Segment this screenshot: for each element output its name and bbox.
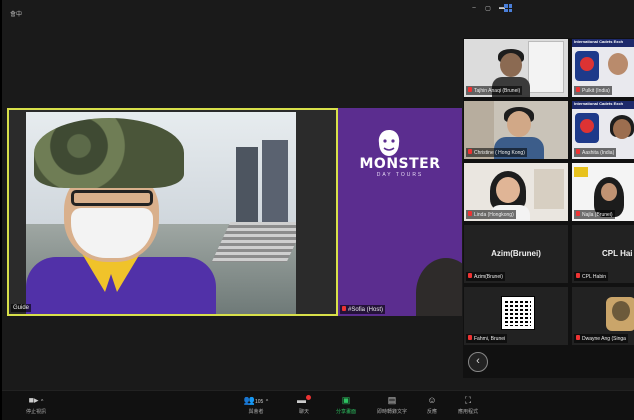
muted-mic-icon [576,335,580,340]
apps-button[interactable]: ⛶ 應用程式 [448,395,488,415]
gorilla-logo-icon [378,130,400,156]
muted-mic-icon [576,211,580,216]
speaker-person [26,112,226,314]
reaction-smiley-icon: ☺ [427,395,437,405]
window-controls: ‒ ▢ ▬ [470,5,506,12]
host-video-tile[interactable]: MONSTER DAY TOURS #Sofia (Host) [338,108,462,316]
gallery-tile[interactable]: International Cadets Exch Aashita (India… [571,100,634,160]
participant-name: Pulkit (India) [582,88,610,94]
share-screen-button[interactable]: ▣ 分享畫面 [326,395,366,415]
muted-mic-icon [468,335,472,340]
gallery-tile[interactable]: Christine ( Hong Kong) [463,100,569,160]
tile-banner: International Cadets Exch [572,101,634,109]
gallery-tile[interactable]: Tajhin Anaqi (Brunei) [463,38,569,98]
active-speaker-tile[interactable]: Guide [7,108,338,316]
participant-big-name: Azim(Brunei) [491,249,541,258]
video-camera-icon: ■▸ ^ [28,395,44,405]
reactions-label: 反應 [426,409,437,415]
video-building [236,147,258,227]
gallery-prev-page-button[interactable]: ‹ [468,352,488,372]
brand-title: MONSTER [359,156,441,172]
share-screen-icon: ▣ [341,395,351,405]
muted-mic-icon [468,149,472,154]
participant-big-name: CPL Hai [602,249,633,258]
zoom-meeting-window: 會中 Guide MONSTER DAY TOURS #Sofia (Host)… [0,0,634,420]
gallery-tile[interactable]: Fahmi, Brunei [463,286,569,346]
participant-name: Tajhin Anaqi (Brunei) [474,88,521,94]
muted-mic-icon [576,87,580,92]
chat-badge [306,395,311,400]
muted-mic-icon [576,273,580,278]
host-person [416,258,462,316]
active-speaker-video [26,112,296,314]
participant-name: Aashita (India) [582,150,615,156]
gallery-tile[interactable]: International Cadets Exch Pulkit (India) [571,38,634,98]
muted-mic-icon [576,149,580,154]
gallery-tile[interactable]: Dwayne Ang (Singa [571,286,634,346]
participant-name: Najla (Brunei) [582,212,613,218]
speaker-hat [34,118,184,188]
participants-count: 105 [255,399,264,405]
captions-button[interactable]: ▤ 即時轉錄文字 [372,395,412,415]
gallery-tile[interactable]: Linda (Hongkong) [463,162,569,222]
participant-name: CPL Habin [582,274,606,280]
stop-video-label: 停止視訊 [25,409,46,415]
participants-label: 與會者 [248,409,264,415]
maximize-icon[interactable]: ▢ [484,5,492,12]
muted-mic-icon [468,211,472,216]
muted-mic-icon [468,87,472,92]
host-name-label: #Sofia (Host) [340,305,386,314]
chat-icon: ▬ [284,395,324,406]
captions-icon: ▤ [387,395,397,405]
host-name: #Sofia (Host) [348,307,384,313]
minimize-icon[interactable]: ‒ [470,5,478,12]
active-speaker-name: Guide [11,304,32,312]
speaker-glasses [71,190,153,206]
gallery-tile[interactable]: Najla (Brunei) [571,162,634,222]
tile-banner: International Cadets Exch [572,39,634,47]
gallery-tile[interactable]: CPL Hai CPL Habin [571,224,634,284]
stop-video-button[interactable]: ■▸ ^ 停止視訊 [16,395,56,415]
participant-name: Dwayne Ang (Singa [582,336,626,342]
participants-button[interactable]: 👥105 ^ 與會者 [236,395,276,415]
meeting-info-label[interactable]: 會中 [10,9,22,18]
participant-name: Christine ( Hong Kong) [474,150,525,156]
apps-icon: ⛶ [464,395,472,405]
participants-icon: 👥105 ^ [243,395,269,405]
participant-name: Azim(Brunei) [474,274,503,280]
muted-mic-icon [468,273,472,278]
gallery-tile[interactable]: Azim(Brunei) Azim(Brunei) [463,224,569,284]
muted-mic-icon [342,306,346,311]
apps-label: 應用程式 [457,409,478,415]
participant-name: Linda (Hongkong) [474,212,514,218]
captions-label: 即時轉錄文字 [376,409,407,415]
share-screen-label: 分享畫面 [335,409,356,415]
gallery-panel: Tajhin Anaqi (Brunei) International Cade… [463,38,634,378]
meeting-toolbar: ■▸ ^ 停止視訊 👥105 ^ 與會者 ▬ 聊天 ▣ 分享畫面 ▤ 即時轉錄文… [2,390,634,420]
chat-label: 聊天 [298,409,309,415]
participant-name: Fahmi, Brunei [474,336,506,342]
brand-subtitle: DAY TOURS [376,172,424,178]
reactions-button[interactable]: ☺ 反應 [412,395,452,415]
video-building [262,140,288,228]
chat-button[interactable]: ▬ 聊天 [284,395,324,415]
gallery-view-icon[interactable] [504,4,512,12]
